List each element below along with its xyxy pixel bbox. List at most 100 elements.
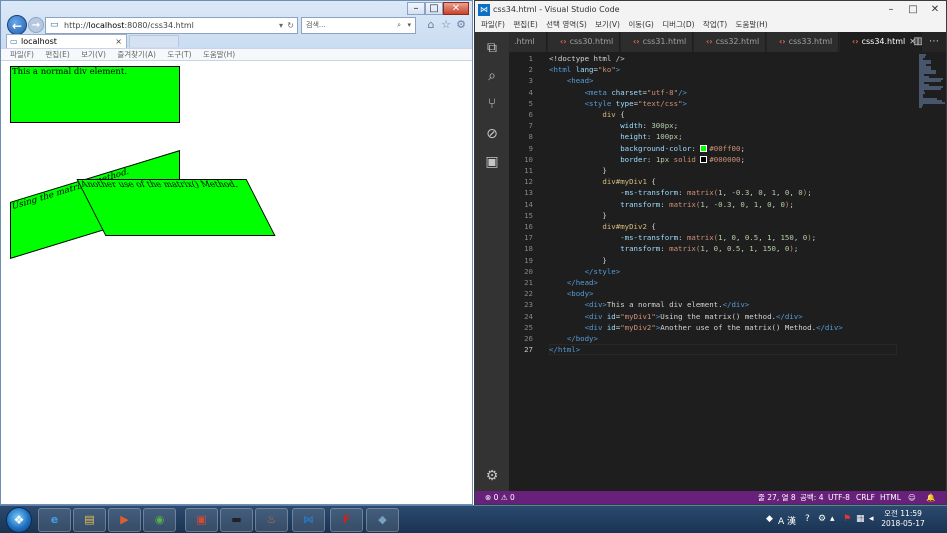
line-number: 16 [524, 222, 533, 231]
line-number: 13 [524, 188, 533, 198]
terminal-app-icon[interactable]: ▬ [220, 508, 253, 532]
code-line: 9 background-color: #00ff00; [509, 143, 946, 154]
new-tab-button[interactable] [129, 35, 179, 47]
menu-help[interactable]: 도움말(H) [736, 19, 768, 31]
code-editor[interactable]: 1 <!doctype html /> 2 <html lang="ko"> 3 <he… [509, 52, 946, 491]
media-player-app-icon[interactable]: ▶ [108, 508, 141, 532]
flag-icon[interactable]: ⚑ [843, 514, 851, 524]
debug-icon[interactable]: ⊘ [484, 126, 500, 142]
split-editor-icon[interactable]: ▥ [911, 32, 925, 52]
dropdown-icon[interactable]: ▾ [279, 18, 283, 33]
start-button[interactable]: ❖ [6, 507, 32, 533]
encoding[interactable]: UTF-8 [828, 491, 850, 504]
refresh-icon[interactable]: ↻ [287, 18, 294, 33]
code-line: 3 <head> [509, 75, 946, 86]
menu-go[interactable]: 이동(G) [628, 19, 653, 31]
address-host: localhost [88, 21, 125, 30]
language-mode[interactable]: HTML [880, 491, 901, 504]
filezilla-app-icon[interactable]: F [330, 508, 363, 532]
home-icon[interactable]: ⌂ [424, 17, 438, 33]
tab-css32[interactable]: ‹› css32.html [694, 32, 766, 52]
clock[interactable]: 오전 11:59 2018-05-17 [873, 509, 933, 529]
ime-indicator[interactable]: A 漢 [778, 514, 796, 527]
indentation[interactable]: 공백: 4 [800, 491, 823, 504]
page-icon: ▭ [50, 20, 59, 30]
paint-app-icon[interactable]: ▣ [185, 508, 218, 532]
extensions-icon[interactable]: ▣ [484, 154, 500, 170]
settings-icon[interactable]: ⚙ [818, 514, 826, 524]
menu-favorites[interactable]: 즐겨찾기(A) [117, 49, 156, 60]
activity-bar: ⧉ ⌕ ⑂ ⊘ ▣ ⚙ [475, 32, 509, 491]
maximize-button[interactable]: □ [902, 3, 924, 17]
minimap[interactable] [891, 52, 946, 162]
minimize-button[interactable]: – [407, 2, 425, 15]
menu-tasks[interactable]: 작업(T) [703, 19, 727, 31]
maximize-button[interactable]: □ [425, 2, 443, 15]
feedback-icon[interactable]: ☺ [908, 491, 916, 504]
menu-selection[interactable]: 선택 영역(S) [546, 19, 587, 31]
menu-file[interactable]: 파일(F) [481, 19, 505, 31]
code-line: 24 <div id="myDiv1">Using the matrix() m… [509, 311, 946, 322]
clock-date: 2018-05-17 [881, 519, 925, 528]
language-icon[interactable]: ◆ [766, 514, 773, 524]
color-swatch[interactable] [700, 155, 708, 163]
code-line: 4 <meta charset="utf-8"/> [509, 87, 946, 98]
code-text: <div id="myDiv2">Another use of the matr… [584, 322, 843, 332]
line-number: 26 [524, 334, 533, 343]
code-text: </head> [566, 278, 598, 287]
code-text: <!doctype html /> [549, 54, 625, 63]
notification-icon[interactable]: 🔔 [926, 491, 935, 504]
search-icon[interactable]: ⌕ [484, 68, 500, 84]
close-button[interactable]: ✕ [443, 2, 469, 15]
line-number: 21 [524, 278, 533, 287]
tab-css31[interactable]: ‹› css31.html [621, 32, 693, 52]
page-content: This a normal div element. Using the mat… [1, 62, 472, 504]
address-bar[interactable]: ▭ http://localhost:8080/css34.html ▾ ↻ [45, 17, 298, 34]
tab-close-button[interactable]: × [115, 35, 122, 48]
explorer-app-icon[interactable]: ▤ [73, 508, 106, 532]
menu-debug[interactable]: 디버그(D) [662, 19, 694, 31]
menu-tools[interactable]: 도구(T) [167, 49, 191, 60]
clock-time: 오전 11:59 [884, 509, 922, 518]
java-app-icon[interactable]: ♨ [255, 508, 288, 532]
minimize-button[interactable]: – [880, 3, 902, 17]
search-input[interactable]: 검색... ⌕ ▾ [301, 17, 416, 34]
line-ending[interactable]: CRLF [856, 491, 875, 504]
show-hidden-icons[interactable]: ▴ [830, 514, 835, 524]
color-swatch[interactable] [700, 144, 708, 152]
menu-view[interactable]: 보기(V) [81, 49, 106, 60]
source-control-icon[interactable]: ⑂ [484, 96, 500, 112]
vscode-app-icon[interactable]: ⋈ [292, 508, 325, 532]
address-prefix: http:// [64, 21, 89, 30]
favorites-icon[interactable]: ☆ [439, 17, 453, 33]
close-button[interactable]: ✕ [924, 3, 946, 17]
gear-icon[interactable]: ⚙ [454, 17, 468, 33]
dropdown-icon[interactable]: ▾ [407, 18, 411, 33]
tab-css30[interactable]: ‹› css30.html [548, 32, 620, 52]
misc-app-icon[interactable]: ◆ [366, 508, 399, 532]
network-icon[interactable]: ▦ [856, 514, 865, 524]
back-button[interactable]: ← [7, 15, 27, 35]
help-icon[interactable]: ? [805, 514, 810, 524]
menu-edit[interactable]: 편집(E) [45, 49, 69, 60]
problems-indicator[interactable]: ⊗ 0 ⚠ 0 [485, 491, 515, 504]
code-line: 18 transform: matrix(1, 0, 0.5, 1, 150, … [509, 243, 946, 254]
cursor-position[interactable]: 줄 27, 열 8 [758, 491, 796, 504]
tab-css33[interactable]: ‹› css33.html [767, 32, 839, 52]
menu-view[interactable]: 보기(V) [595, 19, 620, 31]
tab-localhost[interactable]: ▭ localhost × [6, 34, 127, 48]
tab-css34[interactable]: ‹› css34.html ✕ [840, 32, 922, 52]
line-number: 5 [528, 98, 533, 108]
more-actions-icon[interactable]: ⋯ [927, 32, 941, 52]
menu-help[interactable]: 도움말(H) [203, 49, 235, 60]
chrome-app-icon[interactable]: ◉ [143, 508, 176, 532]
explorer-icon[interactable]: ⧉ [484, 40, 500, 56]
tab-html[interactable]: .html [509, 32, 547, 52]
tab-label: .html [514, 37, 535, 46]
forward-button[interactable]: → [28, 17, 44, 33]
gear-icon[interactable]: ⚙ [484, 468, 500, 484]
ie-app-icon[interactable]: e [38, 508, 71, 532]
search-icon[interactable]: ⌕ [397, 18, 401, 33]
menu-edit[interactable]: 편집(E) [513, 19, 537, 31]
menu-file[interactable]: 파일(F) [10, 49, 34, 60]
